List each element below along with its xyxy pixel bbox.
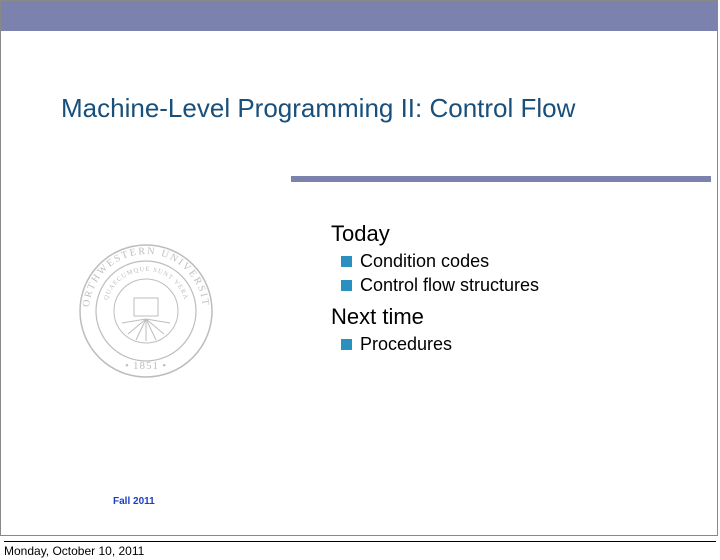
list-item: Condition codes [341,251,651,272]
list-item: Procedures [341,334,651,355]
content-block: Today Condition codes Control flow struc… [331,219,651,358]
top-accent-bar [1,1,717,31]
university-seal-icon: NORTHWESTERN UNIVERSITY QUAECUMQUE SUNT … [76,241,216,381]
list-item: Control flow structures [341,275,651,296]
square-bullet-icon [341,339,352,350]
list-item-label: Condition codes [360,251,489,272]
list-item-label: Control flow structures [360,275,539,296]
slide: Machine-Level Programming II: Control Fl… [0,0,718,536]
square-bullet-icon [341,280,352,291]
svg-text:• 1851 •: • 1851 • [125,360,167,372]
seal-year: 1851 [133,360,159,372]
footer-date: Monday, October 10, 2011 [4,541,716,558]
heading-next-time: Next time [331,304,651,330]
square-bullet-icon [341,256,352,267]
term-label: Fall 2011 [113,496,155,507]
page-title: Machine-Level Programming II: Control Fl… [61,93,697,124]
horizontal-divider [291,176,711,182]
list-item-label: Procedures [360,334,452,355]
heading-today: Today [331,221,651,247]
